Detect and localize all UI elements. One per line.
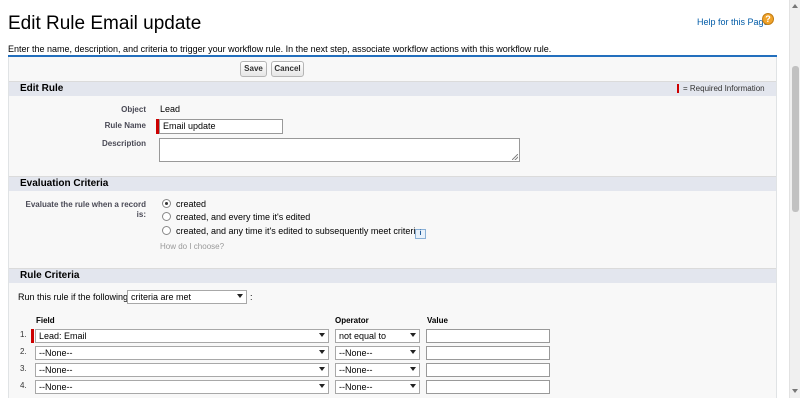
radio-created-subsequently[interactable]	[162, 226, 171, 235]
cancel-button[interactable]: Cancel	[271, 61, 304, 77]
vertical-scrollbar[interactable]	[789, 0, 800, 398]
criteria-row-number: 4.	[20, 381, 27, 390]
rule-name-input[interactable]: Email update	[159, 119, 283, 134]
chevron-down-icon	[319, 367, 325, 371]
radio-created-every-edit[interactable]	[162, 212, 171, 221]
edit-rule-section-title: Edit Rule	[20, 83, 64, 94]
evaluate-label: Evaluate the rule when a record is:	[25, 200, 146, 219]
chevron-down-icon	[410, 367, 416, 371]
criteria-value-input[interactable]	[426, 329, 550, 343]
required-indicator	[677, 84, 679, 94]
chevron-down-icon	[410, 384, 416, 388]
criteria-operator-select[interactable]: --None--	[335, 380, 420, 394]
object-label: Object	[121, 105, 146, 114]
info-icon[interactable]: i	[415, 229, 426, 239]
chevron-down-icon	[237, 294, 243, 298]
required-legend-text: = Required Information	[683, 84, 765, 93]
chevron-down-icon	[319, 350, 325, 354]
criteria-operator-value: --None--	[339, 365, 373, 375]
criteria-operator-select[interactable]: not equal to	[335, 329, 420, 343]
column-header-operator: Operator	[335, 316, 369, 325]
chevron-down-icon	[410, 350, 416, 354]
criteria-value-input[interactable]	[426, 380, 550, 394]
criteria-field-select[interactable]: --None--	[35, 346, 329, 360]
criteria-operator-select[interactable]: --None--	[335, 363, 420, 377]
column-header-value: Value	[427, 316, 448, 325]
run-rule-suffix: :	[250, 292, 253, 302]
edit-rule-section-header: Edit Rule	[9, 81, 776, 96]
rule-criteria-section-header: Rule Criteria	[9, 268, 776, 283]
criteria-field-select[interactable]: --None--	[35, 380, 329, 394]
description-textarea[interactable]	[159, 138, 520, 162]
criteria-field-value: --None--	[39, 348, 73, 358]
criteria-mode-value: criteria are met	[131, 292, 192, 302]
run-rule-prefix: Run this rule if the following	[18, 292, 129, 302]
criteria-row-number: 3.	[20, 364, 27, 373]
description-label: Description	[101, 139, 146, 148]
criteria-operator-value: --None--	[339, 382, 373, 392]
rule-name-label: Rule Name	[104, 121, 146, 130]
how-do-i-choose-link[interactable]: How do I choose?	[160, 242, 224, 251]
criteria-value-input[interactable]	[426, 346, 550, 360]
evaluation-section-title: Evaluation Criteria	[20, 178, 109, 189]
chevron-down-icon	[410, 333, 416, 337]
criteria-operator-value: --None--	[339, 348, 373, 358]
criteria-mode-select[interactable]: criteria are met	[127, 290, 247, 304]
criteria-value-input[interactable]	[426, 363, 550, 377]
criteria-row-number: 1.	[20, 330, 27, 339]
criteria-field-value: --None--	[39, 365, 73, 375]
criteria-field-select[interactable]: Lead: Email	[35, 329, 329, 343]
intro-text: Enter the name, description, and criteri…	[8, 44, 552, 54]
scrollbar-thumb[interactable]	[792, 66, 799, 212]
help-icon[interactable]: ?	[762, 13, 774, 25]
radio-created-label[interactable]: created	[176, 199, 206, 209]
resize-handle[interactable]	[512, 154, 518, 160]
column-header-field: Field	[36, 316, 55, 325]
radio-created-every-edit-label[interactable]: created, and every time it's edited	[176, 212, 310, 222]
radio-created[interactable]	[162, 199, 171, 208]
chevron-down-icon	[319, 384, 325, 388]
rule-criteria-section-title: Rule Criteria	[20, 270, 80, 281]
required-legend: = Required Information	[677, 84, 765, 94]
scroll-down-icon[interactable]	[792, 389, 798, 393]
save-button[interactable]: Save	[240, 61, 267, 77]
help-link[interactable]: Help for this Page	[697, 17, 769, 27]
object-value: Lead	[160, 104, 181, 114]
criteria-operator-value: not equal to	[339, 331, 387, 341]
criteria-field-select[interactable]: --None--	[35, 363, 329, 377]
criteria-operator-select[interactable]: --None--	[335, 346, 420, 360]
field-required-mark	[31, 329, 34, 343]
criteria-row-number: 2.	[20, 347, 27, 356]
criteria-field-value: --None--	[39, 382, 73, 392]
chevron-down-icon	[319, 333, 325, 337]
radio-created-subsequently-label[interactable]: created, and any time it's edited to sub…	[176, 226, 420, 236]
scroll-up-icon[interactable]	[792, 4, 798, 8]
page-title: Edit Rule Email update	[8, 13, 202, 34]
evaluation-section-header: Evaluation Criteria	[9, 176, 776, 191]
criteria-field-value: Lead: Email	[39, 331, 87, 341]
